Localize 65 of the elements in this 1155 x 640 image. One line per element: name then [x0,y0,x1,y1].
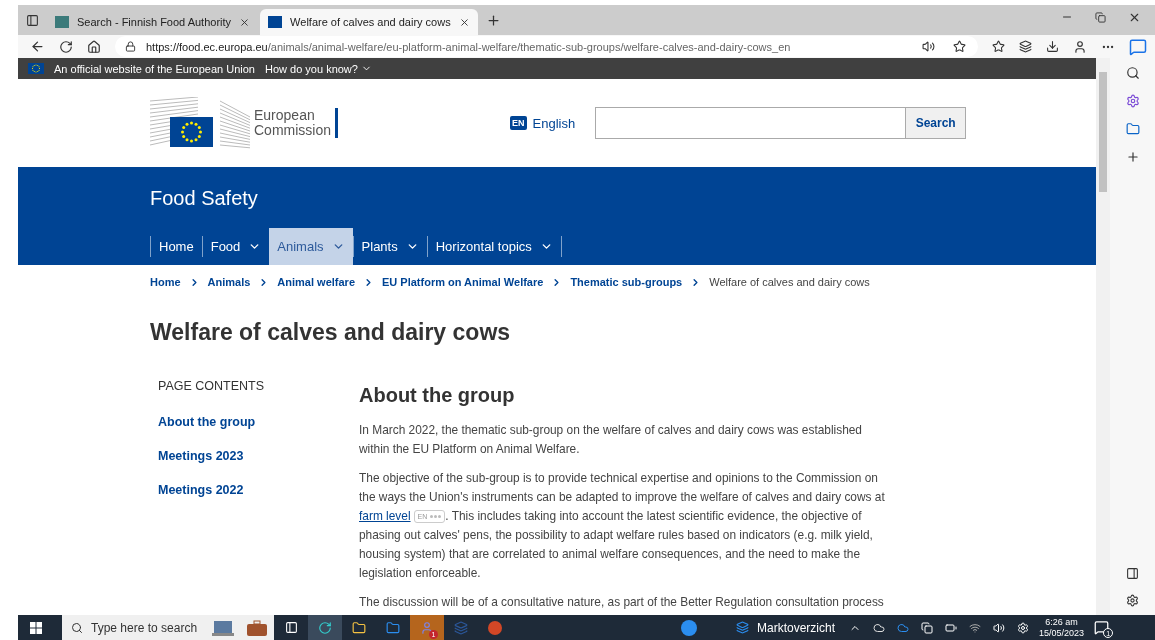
paragraph: In March 2022, the thematic sub-group on the welfare of calves and dairy cows was established within the EU Platform on Animal Welfare. [359,422,863,458]
breadcrumb-link[interactable]: Welfare of calves and dairy cows [709,276,870,288]
taskbar-search-field[interactable]: Type here to search [62,615,206,640]
refresh-icon[interactable] [59,39,73,54]
breadcrumb-link[interactable]: EU Platform on Animal Welfare [382,276,544,288]
chat-icon[interactable] [1129,37,1147,56]
cloud-icon[interactable] [897,621,910,634]
restore-icon[interactable] [1095,10,1106,24]
widget-label: Marktoverzicht [757,620,836,635]
add-icon[interactable] [1125,150,1140,164]
eu-flag-icon [28,63,44,74]
volume-icon[interactable] [993,621,1006,634]
how-do-you-know-link[interactable]: How do you know? [265,62,372,75]
windows-start-icon[interactable] [30,621,42,634]
favicon-icon [55,16,69,28]
page-contents-link[interactable]: Meetings 2023 [158,449,359,463]
clock[interactable]: 6:26 am 15/05/2023 [1039,616,1085,639]
page-contents-link[interactable]: Meetings 2022 [158,483,359,497]
site-title: Food Safety [150,187,259,210]
address-bar[interactable]: https://food.ec.europa.eu/animals/animal-welfare/eu-platform-animal-welfare/thematic-sub-groups/welfare-calves-and-dairy-cows_en [115,36,978,57]
browser-tab[interactable]: Welfare of calves and dairy cows [260,9,478,35]
download-icon[interactable] [1046,40,1059,53]
battery-icon[interactable] [945,621,958,634]
back-icon[interactable] [30,39,45,54]
farm-level-link[interactable]: farm level [359,509,411,523]
nav-item[interactable]: Home [150,236,202,257]
home-icon[interactable] [87,39,101,54]
breadcrumb-link[interactable]: Home [150,276,181,288]
scrollbar[interactable] [1096,58,1110,615]
sidebar-icon[interactable] [1126,567,1139,580]
cloud-icon[interactable] [873,621,886,634]
search-placeholder: Type here to search [91,620,198,635]
official-website-text: An official website of the European Union [54,62,255,75]
close-icon[interactable] [458,16,470,28]
add-favorite-icon[interactable] [953,40,966,53]
new-tab-icon[interactable] [485,12,501,28]
read-aloud-icon[interactable] [922,40,935,53]
more-icon [430,515,442,519]
breadcrumb-link[interactable]: Animals [207,276,251,288]
favorites-icon[interactable] [992,40,1005,53]
settings-icon[interactable] [1126,594,1139,607]
nav-item[interactable]: Animals [269,228,353,265]
page-title: Welfare of calves and dairy cows [150,319,512,346]
close-icon[interactable] [239,16,251,28]
search-icon[interactable] [1125,66,1140,80]
page-contents-heading: PAGE CONTENTS [158,379,266,393]
breadcrumb-link[interactable]: Animal welfare [277,276,355,288]
browser-tab[interactable]: Search - Finnish Food Authority [47,9,259,35]
section-heading: About the group [359,384,516,407]
chevron-icon [363,276,374,288]
favicon-icon [268,16,283,28]
language-link[interactable]: EN English [510,115,576,131]
profile-icon[interactable] [1073,39,1087,54]
news-widget[interactable]: Marktoverzicht [736,620,836,635]
commission-logo-text: European Commission [254,108,338,138]
nav-item[interactable]: Plants [352,236,427,257]
search-icon [71,621,83,634]
lock-icon [125,41,136,52]
wifi-icon[interactable] [969,621,982,634]
paragraph: The discussion will be of a consultative nature, as part of the Better Regulation consultation process [359,594,885,611]
briefcase-icon[interactable] [240,615,274,640]
page-contents-link[interactable]: About the group [158,415,359,429]
breadcrumb-link[interactable]: Thematic sub-groups [570,276,683,288]
tab-actions-icon[interactable] [26,13,39,27]
nav-item[interactable]: Horizontal topics [426,236,561,257]
